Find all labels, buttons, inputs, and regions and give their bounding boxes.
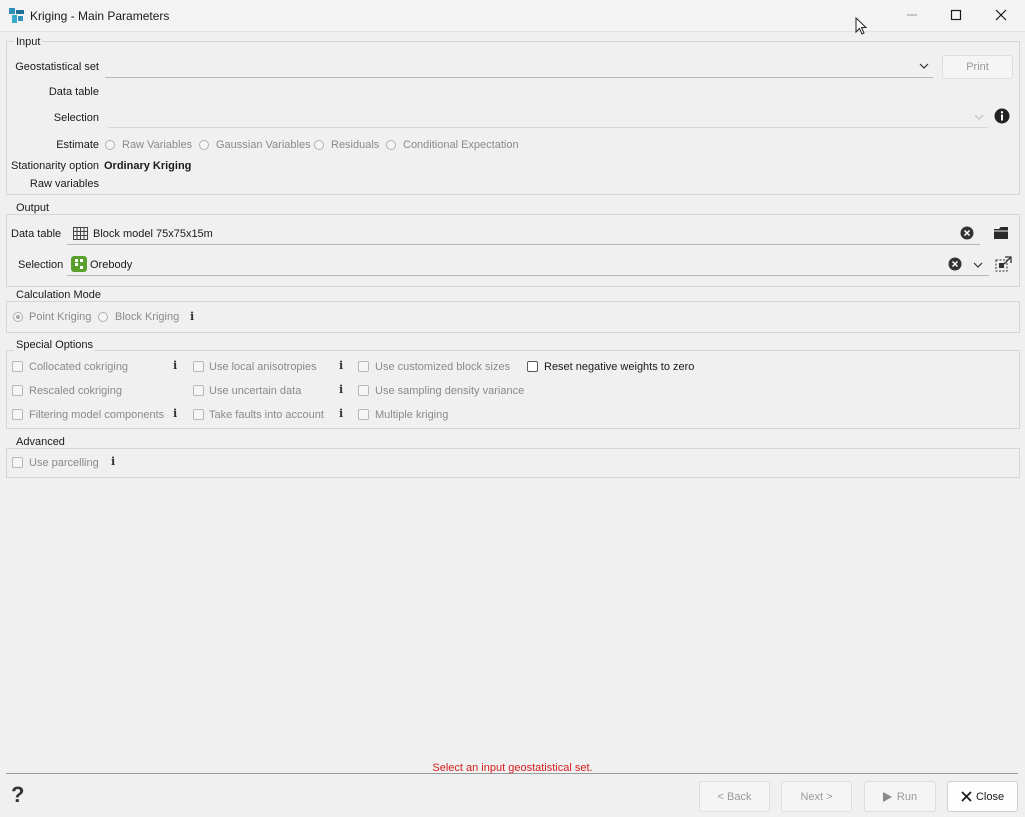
parcelling-checkbox[interactable]	[12, 457, 23, 468]
output-data-table-field[interactable]: Block model 75x75x15m	[67, 222, 980, 245]
geoset-label: Geostatistical set	[15, 61, 99, 73]
chevron-down-icon	[919, 63, 929, 69]
close-button[interactable]: Close	[947, 781, 1018, 812]
mouse-cursor-icon	[855, 17, 868, 35]
folder-icon[interactable]	[993, 226, 1009, 240]
info-icon[interactable]: i	[339, 359, 343, 372]
estimate-residuals-label: Residuals	[331, 139, 380, 151]
stationarity-label: Stationarity option	[11, 160, 100, 172]
output-data-table-value: Block model 75x75x15m	[93, 228, 213, 240]
filtering-label: Filtering model components	[29, 409, 165, 421]
chevron-down-icon	[974, 114, 984, 120]
collocated-checkbox[interactable]	[12, 361, 23, 372]
info-icon[interactable]: i	[190, 310, 194, 323]
advanced-group	[6, 448, 1020, 478]
selection-label: Selection	[53, 112, 99, 124]
calc-mode-group-title: Calculation Mode	[14, 289, 103, 301]
geoset-combo[interactable]	[105, 56, 933, 78]
estimate-raw-radio[interactable]	[105, 140, 115, 150]
local-aniso-checkbox[interactable]	[193, 361, 204, 372]
close-icon	[995, 9, 1007, 21]
info-icon[interactable]: i	[339, 383, 343, 396]
special-options-group-title: Special Options	[14, 339, 96, 351]
estimate-gaussian-radio[interactable]	[199, 140, 209, 150]
status-message: Select an input geostatistical set.	[432, 762, 593, 774]
next-button[interactable]: Next >	[781, 781, 852, 812]
block-kriging-radio[interactable]	[98, 312, 108, 322]
output-selection-combo[interactable]: Orebody	[67, 253, 989, 276]
maximize-button[interactable]	[941, 4, 971, 26]
stationarity-value: Ordinary Kriging	[104, 160, 192, 172]
faults-checkbox[interactable]	[193, 409, 204, 420]
raw-variables-label: Raw variables	[29, 178, 99, 190]
app-icon	[9, 8, 24, 23]
local-aniso-label: Use local anisotropies	[209, 361, 317, 373]
output-selection-label: Selection	[18, 259, 64, 271]
info-icon[interactable]: i	[111, 455, 115, 468]
estimate-gaussian-label: Gaussian Variables	[216, 139, 311, 151]
info-icon[interactable]	[994, 108, 1010, 124]
clear-icon[interactable]	[948, 257, 962, 271]
faults-label: Take faults into account	[209, 409, 324, 421]
output-selection-value: Orebody	[90, 259, 133, 271]
estimate-label: Estimate	[56, 139, 99, 151]
maximize-icon	[950, 9, 962, 21]
collocated-label: Collocated cokriging	[29, 361, 129, 373]
reset-negative-label: Reset negative weights to zero	[544, 361, 695, 373]
minimize-icon	[907, 14, 917, 16]
close-icon	[961, 791, 972, 802]
run-button[interactable]: Run	[864, 781, 936, 812]
data-table-label: Data table	[48, 86, 99, 98]
chevron-down-icon	[973, 262, 983, 268]
uncertain-label: Use uncertain data	[209, 385, 302, 397]
edit-selection-icon[interactable]	[995, 256, 1012, 272]
estimate-conditional-label: Conditional Expectation	[403, 139, 519, 151]
uncertain-checkbox[interactable]	[193, 385, 204, 396]
info-icon[interactable]: i	[339, 407, 343, 420]
reset-negative-checkbox[interactable]	[527, 361, 538, 372]
window-title: Kriging - Main Parameters	[30, 9, 170, 23]
multiple-kriging-checkbox[interactable]	[358, 409, 369, 420]
run-label: Run	[896, 790, 918, 803]
estimate-conditional-radio[interactable]	[386, 140, 396, 150]
close-label: Close	[975, 790, 1005, 803]
close-window-button[interactable]	[986, 4, 1016, 26]
back-button[interactable]: < Back	[699, 781, 770, 812]
help-icon[interactable]: ?	[11, 783, 24, 807]
point-kriging-radio[interactable]	[13, 312, 23, 322]
rescaled-label: Rescaled cokriging	[29, 385, 122, 397]
selection-icon	[71, 256, 87, 272]
sampling-density-label: Use sampling density variance	[375, 385, 525, 397]
rescaled-checkbox[interactable]	[12, 385, 23, 396]
filtering-checkbox[interactable]	[12, 409, 23, 420]
info-icon[interactable]: i	[173, 407, 177, 420]
point-kriging-label: Point Kriging	[29, 311, 92, 323]
minimize-button[interactable]	[897, 4, 927, 26]
multiple-kriging-label: Multiple kriging	[375, 409, 449, 421]
play-icon	[882, 791, 892, 802]
input-group-title: Input	[14, 36, 43, 48]
sampling-density-checkbox[interactable]	[358, 385, 369, 396]
parcelling-label: Use parcelling	[29, 457, 99, 469]
clear-icon[interactable]	[960, 226, 974, 240]
info-icon[interactable]: i	[173, 359, 177, 372]
custom-block-label: Use customized block sizes	[375, 361, 511, 373]
print-button[interactable]: Print	[942, 55, 1013, 79]
input-selection-combo[interactable]	[108, 107, 988, 128]
estimate-raw-label: Raw Variables	[122, 139, 193, 151]
custom-block-checkbox[interactable]	[358, 361, 369, 372]
output-group-title: Output	[14, 202, 52, 214]
block-kriging-label: Block Kriging	[115, 311, 180, 323]
grid-table-icon	[73, 227, 88, 240]
output-data-table-label: Data table	[11, 228, 62, 240]
estimate-residuals-radio[interactable]	[314, 140, 324, 150]
advanced-group-title: Advanced	[14, 436, 67, 448]
